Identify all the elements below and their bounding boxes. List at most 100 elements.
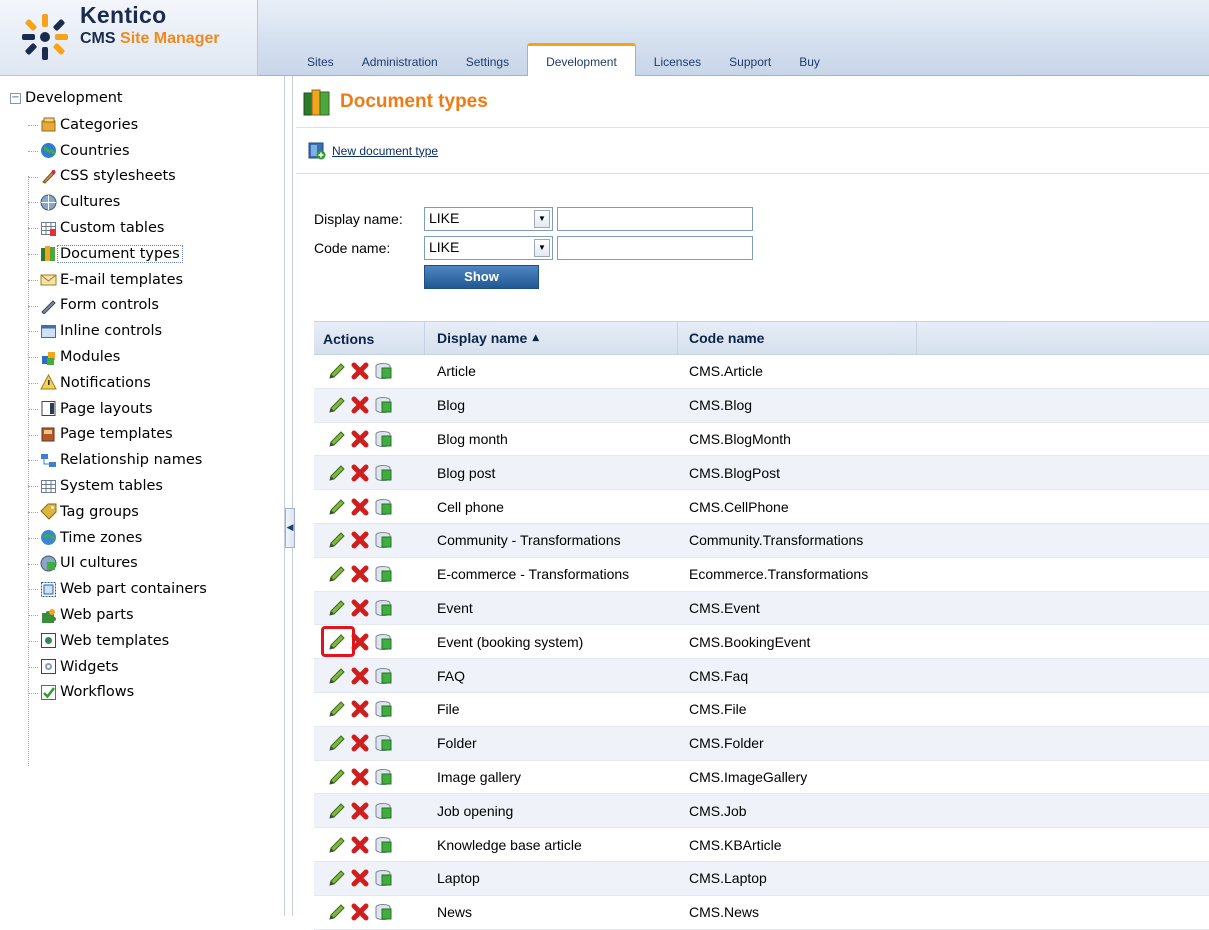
delete-icon[interactable] <box>350 733 370 753</box>
tab-sites[interactable]: Sites <box>293 44 348 76</box>
delete-icon[interactable] <box>350 699 370 719</box>
export-database-icon[interactable] <box>373 463 393 483</box>
tree-item-page-layouts[interactable]: Page layouts <box>28 396 207 422</box>
export-database-icon[interactable] <box>373 666 393 686</box>
tree-item-form-controls[interactable]: Form controls <box>28 293 207 319</box>
delete-icon[interactable] <box>350 497 370 517</box>
tab-buy[interactable]: Buy <box>785 44 834 76</box>
collapse-panel-handle[interactable]: ◀ <box>285 508 295 548</box>
tree-root-development[interactable]: − Development <box>10 88 123 108</box>
table-row[interactable]: Image gallery CMS.ImageGallery <box>314 761 1209 795</box>
tab-licenses[interactable]: Licenses <box>640 44 715 76</box>
delete-icon[interactable] <box>350 902 370 922</box>
export-database-icon[interactable] <box>373 835 393 855</box>
table-row[interactable]: File CMS.File <box>314 693 1209 727</box>
export-database-icon[interactable] <box>373 361 393 381</box>
tree-item-ui-cultures[interactable]: UI cultures <box>28 551 207 577</box>
tree-item-page-templates[interactable]: Page templates <box>28 422 207 448</box>
tree-item-categories[interactable]: Categories <box>28 112 207 138</box>
tree-item-tag-groups[interactable]: Tag groups <box>28 499 207 525</box>
table-row[interactable]: Cell phone CMS.CellPhone <box>314 490 1209 524</box>
edit-pencil-icon[interactable] <box>327 868 347 888</box>
edit-pencil-icon[interactable] <box>327 835 347 855</box>
code-name-header-label[interactable]: Code name <box>689 330 764 346</box>
edit-pencil-icon[interactable] <box>327 733 347 753</box>
tree-item-workflows[interactable]: Workflows <box>28 680 207 706</box>
tree-item-css-stylesheets[interactable]: CSS stylesheets <box>28 164 207 190</box>
display-name-operator-select[interactable]: LIKE ▼ <box>424 206 553 231</box>
tree-item-time-zones[interactable]: Time zones <box>28 525 207 551</box>
export-database-icon[interactable] <box>373 699 393 719</box>
new-document-icon[interactable] <box>308 142 326 160</box>
export-database-icon[interactable] <box>373 395 393 415</box>
table-row[interactable]: E-commerce - Transformations Ecommerce.Tr… <box>314 558 1209 592</box>
tree-item-web-templates[interactable]: Web templates <box>28 628 207 654</box>
export-database-icon[interactable] <box>373 564 393 584</box>
tab-administration[interactable]: Administration <box>348 44 452 76</box>
sort-ascending-icon[interactable]: ▲ <box>532 333 539 343</box>
edit-pencil-icon[interactable] <box>327 497 347 517</box>
table-row[interactable]: Knowledge base article CMS.KBArticle <box>314 828 1209 862</box>
table-row[interactable]: Blog month CMS.BlogMonth <box>314 423 1209 457</box>
export-database-icon[interactable] <box>373 733 393 753</box>
export-database-icon[interactable] <box>373 497 393 517</box>
display-name-header-label[interactable]: Display name <box>437 330 527 346</box>
delete-icon[interactable] <box>350 564 370 584</box>
table-row[interactable]: Event (booking system) CMS.BookingEvent <box>314 625 1209 660</box>
edit-pencil-icon[interactable] <box>327 902 347 922</box>
table-row[interactable]: Folder CMS.Folder <box>314 726 1209 761</box>
collapse-icon[interactable]: − <box>10 92 21 104</box>
tree-item-document-types[interactable]: Document types <box>28 241 207 267</box>
code-name-column-header[interactable]: Code name <box>677 322 917 354</box>
tree-item-widgets[interactable]: Widgets <box>28 654 207 680</box>
edit-pencil-icon[interactable] <box>327 598 347 618</box>
table-row[interactable]: Laptop CMS.Laptop <box>314 861 1209 896</box>
delete-icon[interactable] <box>350 868 370 888</box>
delete-icon[interactable] <box>350 429 370 449</box>
table-row[interactable]: Blog CMS.Blog <box>314 388 1209 423</box>
delete-icon[interactable] <box>350 666 370 686</box>
tree-item-system-tables[interactable]: System tables <box>28 473 207 499</box>
tree-item-web-part-containers[interactable]: Web part containers <box>28 576 207 602</box>
chevron-down-icon[interactable]: ▼ <box>534 238 550 257</box>
table-row[interactable]: Community - Transformations Community.Tra… <box>314 523 1209 558</box>
edit-pencil-icon[interactable] <box>327 801 347 821</box>
edit-pencil-icon[interactable] <box>327 699 347 719</box>
export-database-icon[interactable] <box>373 598 393 618</box>
table-row[interactable]: News CMS.News <box>314 896 1209 930</box>
export-database-icon[interactable] <box>373 902 393 922</box>
table-row[interactable]: Blog post CMS.BlogPost <box>314 456 1209 491</box>
tree-item-relationship-names[interactable]: Relationship names <box>28 447 207 473</box>
display-name-filter-input[interactable] <box>557 206 753 231</box>
export-database-icon[interactable] <box>373 868 393 888</box>
tree-item-inline-controls[interactable]: Inline controls <box>28 318 207 344</box>
delete-icon[interactable] <box>350 395 370 415</box>
edit-pencil-icon[interactable] <box>327 429 347 449</box>
table-row[interactable]: Event CMS.Event <box>314 591 1209 626</box>
tree-item-e-mail-templates[interactable]: E-mail templates <box>28 267 207 293</box>
code-name-filter-input[interactable] <box>557 235 753 260</box>
edit-pencil-icon[interactable] <box>327 395 347 415</box>
edit-pencil-icon[interactable] <box>327 564 347 584</box>
tree-item-cultures[interactable]: Cultures <box>28 189 207 215</box>
tree-item-modules[interactable]: Modules <box>28 344 207 370</box>
export-database-icon[interactable] <box>373 632 393 652</box>
tab-development[interactable]: Development <box>527 43 636 76</box>
delete-icon[interactable] <box>350 598 370 618</box>
delete-icon[interactable] <box>350 835 370 855</box>
edit-pencil-icon[interactable] <box>327 361 347 381</box>
tab-support[interactable]: Support <box>715 44 785 76</box>
delete-icon[interactable] <box>350 767 370 787</box>
new-document-type-link[interactable]: New document type <box>332 144 438 158</box>
table-row[interactable]: FAQ CMS.Faq <box>314 659 1209 693</box>
delete-icon[interactable] <box>350 801 370 821</box>
delete-icon[interactable] <box>350 361 370 381</box>
tab-settings[interactable]: Settings <box>452 44 523 76</box>
tree-item-notifications[interactable]: Notifications <box>28 370 207 396</box>
export-database-icon[interactable] <box>373 801 393 821</box>
tree-item-custom-tables[interactable]: Custom tables <box>28 215 207 241</box>
tree-item-countries[interactable]: Countries <box>28 138 207 164</box>
edit-pencil-icon[interactable] <box>327 767 347 787</box>
chevron-down-icon[interactable]: ▼ <box>534 209 550 228</box>
table-row[interactable]: Article CMS.Article <box>314 355 1209 389</box>
